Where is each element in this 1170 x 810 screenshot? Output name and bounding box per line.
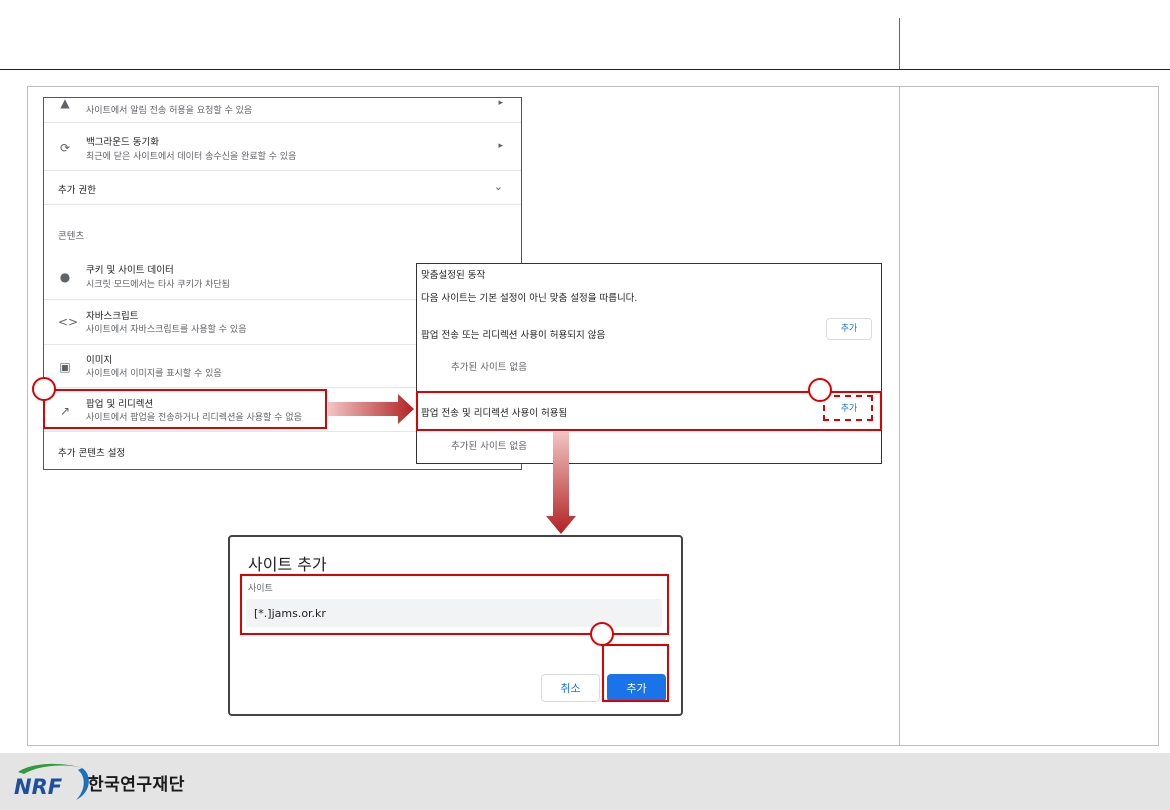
- callout-circle-1: [32, 377, 56, 401]
- annotation-connector: [592, 633, 603, 646]
- callout-circle-2: [808, 378, 832, 402]
- callout-circle-3: [590, 622, 614, 646]
- logo-mark-text: NRF: [14, 775, 63, 799]
- org-name: 한국연구재단: [88, 775, 185, 795]
